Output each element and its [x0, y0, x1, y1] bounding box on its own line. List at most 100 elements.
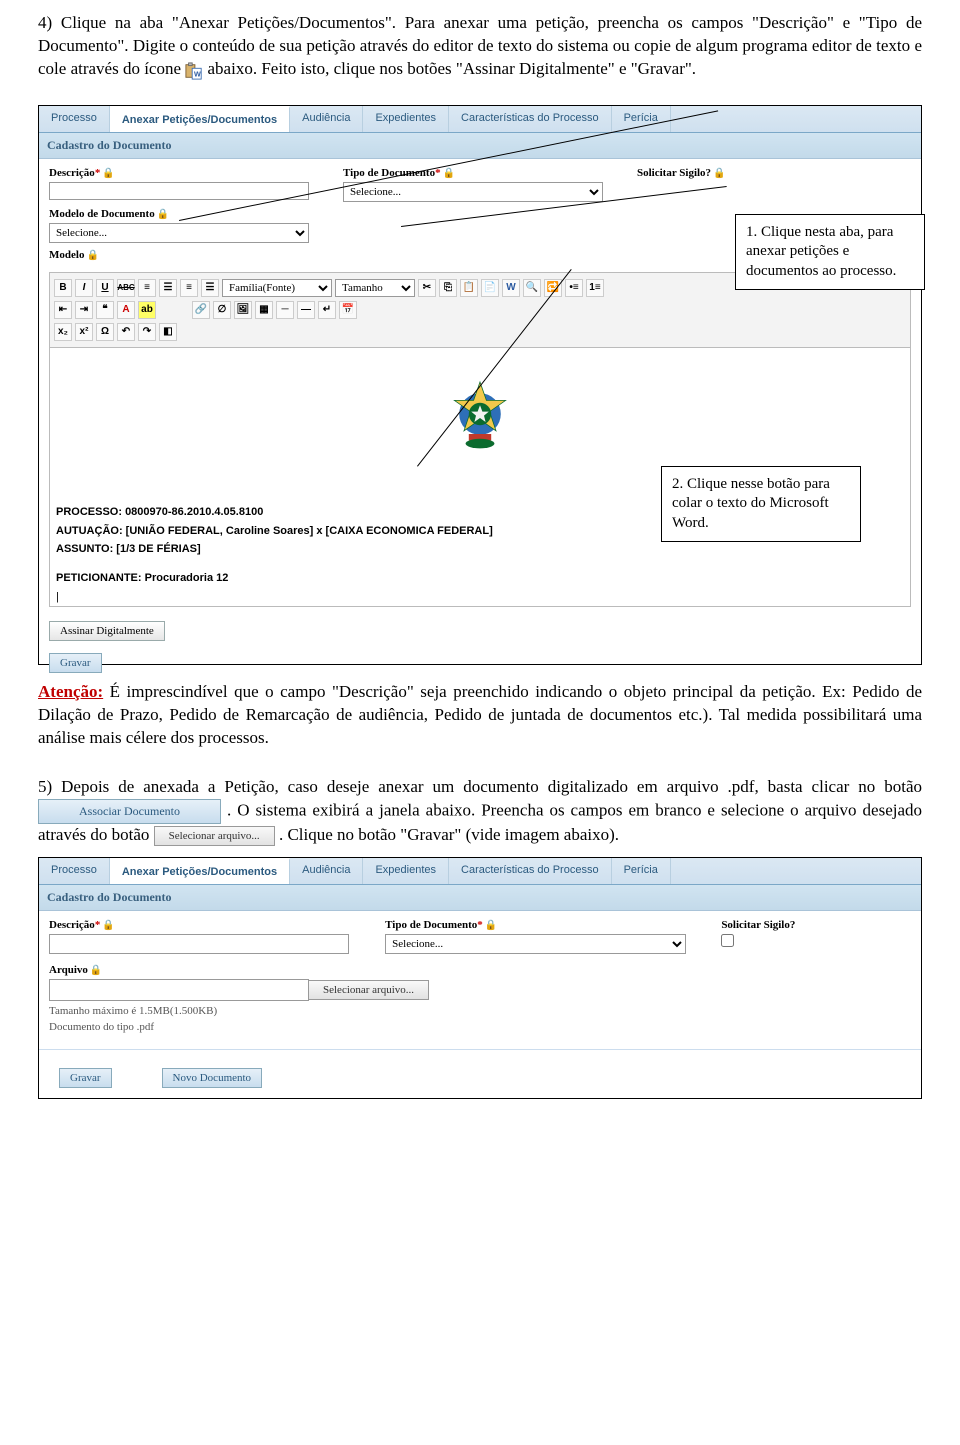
p5c: . Clique no botão "Gravar" (vide imagem … [279, 825, 619, 844]
font-family-select[interactable]: Família(Fonte) [222, 279, 332, 297]
btn-row-2: Gravar Novo Documento [39, 1056, 921, 1098]
label-modelo: Modelo🔒 [49, 249, 323, 261]
align-center-icon[interactable]: ☰ [159, 279, 177, 297]
label-sigilo: Solicitar Sigilo?🔒 [637, 167, 911, 179]
tab2-audiencia[interactable]: Audiência [290, 858, 363, 884]
tab-anexar[interactable]: Anexar Petições/Documentos [110, 106, 290, 132]
associar-documento-button[interactable]: Associar Documento [38, 799, 221, 824]
bold-icon[interactable]: B [54, 279, 72, 297]
font-size-select[interactable]: Tamanho [335, 279, 415, 297]
replace-icon[interactable]: 🔁 [544, 279, 562, 297]
paste-text-icon[interactable]: 📄 [481, 279, 499, 297]
tabbar-2: Processo Anexar Petições/Documentos Audi… [39, 858, 921, 885]
form2-arquivo: Arquivo🔒 Selecionar arquivo... Tamanho m… [39, 958, 921, 1043]
modelo-doc-select[interactable]: Selecione... [49, 223, 309, 243]
form2-row1: Descrição*🔒 Tipo de Documento*🔒 Selecion… [39, 911, 921, 958]
tab2-expedientes[interactable]: Expedientes [363, 858, 449, 884]
assinar-digitalmente-button[interactable]: Assinar Digitalmente [49, 621, 165, 641]
tab2-processo[interactable]: Processo [39, 858, 110, 884]
ed-processo: PROCESSO: 0800970-86.2010.4.05.8100 [56, 506, 263, 518]
ed-assunto: ASSUNTO: [1/3 DE FÉRIAS] [56, 543, 201, 555]
selecionar-arquivo-button[interactable]: Selecionar arquivo... [309, 980, 429, 1000]
ul-icon[interactable]: •≡ [565, 279, 583, 297]
gravar-button-2[interactable]: Gravar [59, 1068, 112, 1088]
special-char-icon[interactable]: — [297, 301, 315, 319]
label2-tipo-doc: Tipo de Documento*🔒 [385, 919, 701, 931]
screenshot-anexar-peticoes: Processo Anexar Petições/Documentos Audi… [38, 105, 922, 665]
outdent-icon[interactable]: ⇤ [54, 301, 72, 319]
unlink-icon[interactable]: ∅ [213, 301, 231, 319]
pagebreak-icon[interactable]: ↵ [318, 301, 336, 319]
align-left-icon[interactable]: ≡ [138, 279, 156, 297]
ol-icon[interactable]: 1≡ [586, 279, 604, 297]
superscript-icon[interactable]: x² [75, 323, 93, 341]
panel-title: Cadastro do Documento [39, 133, 921, 159]
omega-icon[interactable]: Ω [96, 323, 114, 341]
date-icon[interactable]: 📅 [339, 301, 357, 319]
italic-icon[interactable]: I [75, 279, 93, 297]
tab-caracteristicas[interactable]: Características do Processo [449, 106, 612, 132]
table-icon[interactable]: ▦ [255, 301, 273, 319]
strike-icon[interactable]: ABC [117, 279, 135, 297]
tab-audiencia[interactable]: Audiência [290, 106, 363, 132]
instruction-step-5: 5) Depois de anexada a Petição, caso des… [38, 776, 922, 847]
callout-2: 2. Clique nesse botão para colar o texto… [661, 466, 861, 543]
paste-word-icon: W [185, 62, 203, 78]
indent-icon[interactable]: ⇥ [75, 301, 93, 319]
label-descricao: Descrição*🔒 [49, 167, 323, 179]
brasao-icon [440, 378, 520, 458]
underline-icon[interactable]: U [96, 279, 114, 297]
p5a: 5) Depois de anexada a Petição, caso des… [38, 777, 922, 796]
p1b: abaixo. Feito isto, clique nos botões "A… [208, 59, 697, 78]
tab-processo[interactable]: Processo [39, 106, 110, 132]
tipo-doc-select-2[interactable]: Selecione... [385, 934, 685, 954]
arquivo-path-input[interactable] [49, 979, 309, 1001]
undo-icon[interactable]: ↶ [117, 323, 135, 341]
tabbar: Processo Anexar Petições/Documentos Audi… [39, 106, 921, 133]
paste-icon[interactable]: 📋 [460, 279, 478, 297]
descricao-input[interactable] [49, 182, 309, 200]
hint-tamanho: Tamanho máximo é 1.5MB(1.500KB) [49, 1005, 911, 1017]
instruction-step-4: 4) Clique na aba "Anexar Petições/Docume… [38, 12, 922, 81]
screenshot-cadastro-arquivo: Processo Anexar Petições/Documentos Audi… [38, 857, 922, 1099]
label-tipo-doc: Tipo de Documento*🔒 [343, 167, 617, 179]
source-icon[interactable]: ◧ [159, 323, 177, 341]
tab2-caracteristicas[interactable]: Características do Processo [449, 858, 612, 884]
label2-sigilo: Solicitar Sigilo? [721, 919, 911, 931]
tipo-doc-select[interactable]: Selecione... [343, 182, 603, 202]
bg-color-icon[interactable]: ab [138, 301, 156, 319]
link-icon[interactable]: 🔗 [192, 301, 210, 319]
find-icon[interactable]: 🔍 [523, 279, 541, 297]
label2-arquivo: Arquivo🔒 [49, 964, 911, 976]
selecionar-arquivo-button-inline[interactable]: Selecionar arquivo... [154, 826, 275, 846]
svg-text:W: W [194, 69, 201, 78]
image-icon[interactable]: 🖼 [234, 301, 252, 319]
align-justify-icon[interactable]: ☰ [201, 279, 219, 297]
panel-title-2: Cadastro do Documento [39, 885, 921, 911]
callout-1: 1. Clique nesta aba, para anexar petiçõe… [735, 214, 925, 291]
atencao-label: Atenção: [38, 682, 103, 701]
atencao-paragraph: Atenção: É imprescindível que o campo "D… [38, 681, 922, 750]
descricao-input-2[interactable] [49, 934, 349, 954]
ed-autuacao: AUTUAÇÃO: [UNIÃO FEDERAL, Caroline Soare… [56, 525, 493, 537]
paste-word-toolbar-icon[interactable]: W [502, 279, 520, 297]
tab-pericia[interactable]: Perícia [612, 106, 671, 132]
quote-icon[interactable]: ❝ [96, 301, 114, 319]
hr-icon[interactable]: ─ [276, 301, 294, 319]
novo-documento-button[interactable]: Novo Documento [162, 1068, 263, 1088]
label2-descricao: Descrição*🔒 [49, 919, 365, 931]
tab2-pericia[interactable]: Perícia [612, 858, 671, 884]
ed-peticionante: PETICIONANTE: Procuradoria 12 [56, 572, 228, 584]
tab-expedientes[interactable]: Expedientes [363, 106, 449, 132]
tab2-anexar[interactable]: Anexar Petições/Documentos [110, 858, 290, 884]
form-row-1: Descrição*🔒 Tipo de Documento*🔒 Selecion… [39, 159, 921, 206]
cut-icon[interactable]: ✂ [418, 279, 436, 297]
align-right-icon[interactable]: ≡ [180, 279, 198, 297]
hint-tipo: Documento do tipo .pdf [49, 1021, 911, 1033]
copy-icon[interactable]: ⎘ [439, 279, 457, 297]
sigilo-checkbox[interactable] [721, 934, 734, 947]
redo-icon[interactable]: ↷ [138, 323, 156, 341]
font-color-icon[interactable]: A [117, 301, 135, 319]
gravar-button[interactable]: Gravar [49, 653, 102, 673]
subscript-icon[interactable]: x₂ [54, 323, 72, 341]
